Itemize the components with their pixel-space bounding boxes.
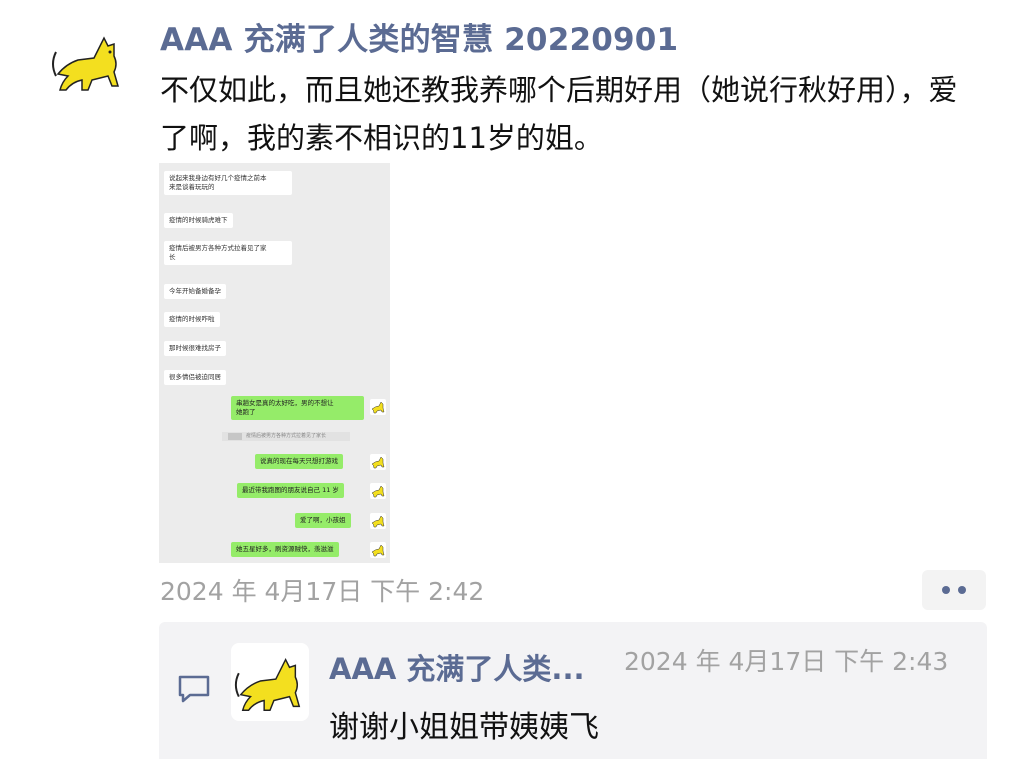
author-avatar[interactable] xyxy=(48,24,128,98)
more-dots-icon xyxy=(942,586,950,594)
post-text: 不仅如此，而且她还教我养哪个后期好用（她说行秋好用），爱了啊，我的素不相识的11… xyxy=(160,73,958,155)
comment-icon xyxy=(178,675,210,703)
chat-bubble-left: 今年开始备婚备孕 xyxy=(164,284,226,299)
more-dots-icon xyxy=(958,586,966,594)
chat-bubble-left: 那时候很难找房子 xyxy=(164,341,226,356)
post-author-name[interactable]: AAA 充满了人类的智慧 20220901 xyxy=(160,14,678,59)
chat-bubble-left: 说起来我身边有好几个疫情之前本 来是谈着玩玩的 xyxy=(164,171,292,195)
chat-bubble-left: 疫情的时候咋啦 xyxy=(164,312,220,327)
commenter-name[interactable]: AAA 充满了人类... xyxy=(329,646,584,688)
comment-section: AAA 充满了人类... 2024 年 4月17日 下午 2:43 谢谢小姐姐带… xyxy=(159,622,987,759)
chat-bubble-right: 最近带我跑图的朋友说自己 11 岁 xyxy=(237,483,344,498)
cat-avatar-icon xyxy=(370,542,386,558)
chat-bubble-right: 她五星好多，刷资源贼快，羡滋滋 xyxy=(231,542,339,557)
yellow-cat-icon xyxy=(234,657,301,712)
chat-screenshot-image[interactable]: 说起来我身边有好几个疫情之前本 来是谈着玩玩的 疫情的时候骑虎难下 疫情后被男方… xyxy=(159,163,390,563)
cat-avatar-icon xyxy=(370,454,386,470)
chat-bubble-right: 爱了啊，小孩姐 xyxy=(295,513,351,528)
yellow-cat-icon xyxy=(52,36,119,91)
chat-bubble-left: 疫情的时候骑虎难下 xyxy=(164,213,233,228)
chat-bubble-right: 说真的现在每天只想打游戏 xyxy=(255,454,343,469)
chat-bubble-left: 疫情后被男方各种方式拉着见了家 长 xyxy=(164,241,292,265)
more-options-button[interactable] xyxy=(922,570,986,610)
chat-bubble-left: 很多情侣被迫同居 xyxy=(164,370,226,385)
chat-quote: 疫情后被男方各种方式拉着见了家长 xyxy=(222,432,350,441)
commenter-avatar[interactable] xyxy=(231,643,309,721)
cat-avatar-icon xyxy=(370,483,386,499)
chat-bubble-right: 串趟女是真的太好吃，男的不想让 她跑了 xyxy=(231,396,364,420)
post-timestamp: 2024 年 4月17日 下午 2:42 xyxy=(160,577,485,606)
cat-avatar-icon xyxy=(370,399,386,415)
comment-text: 谢谢小姐姐带姨姨飞 xyxy=(329,710,599,745)
comment-timestamp: 2024 年 4月17日 下午 2:43 xyxy=(624,647,949,676)
cat-avatar-icon xyxy=(370,513,386,529)
